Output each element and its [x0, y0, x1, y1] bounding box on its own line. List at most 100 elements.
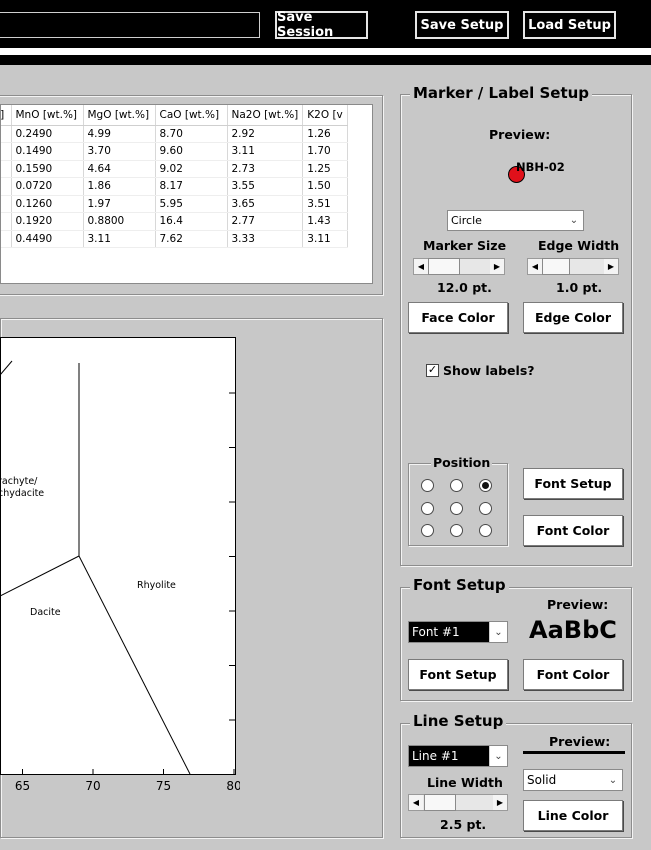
- position-radio[interactable]: [450, 479, 463, 492]
- field-label-trachydacite: chydacite: [0, 488, 44, 499]
- position-radio[interactable]: [421, 502, 434, 515]
- table-cell: [1, 125, 12, 143]
- marker-font-color-button[interactable]: Font Color: [523, 515, 623, 546]
- line-width-value: 2.5 pt.: [440, 817, 487, 832]
- x-tick-label: 65: [15, 779, 30, 793]
- table-cell: 1.43: [302, 212, 348, 231]
- line-setup-title: Line Setup: [410, 712, 507, 730]
- font-setup-title: Font Setup: [410, 576, 509, 594]
- slider-thumb[interactable]: [424, 794, 456, 811]
- line-select-value: Line #1: [412, 749, 459, 763]
- line-select[interactable]: Line #1 ⌄: [408, 745, 508, 767]
- field-label-rhyolite: Rhyolite: [137, 580, 176, 591]
- line-color-button[interactable]: Line Color: [523, 800, 623, 831]
- table-cell: 5.95: [155, 195, 228, 213]
- font-select[interactable]: Font #1 ⌄: [408, 621, 508, 643]
- marker-size-value: 12.0 pt.: [437, 280, 492, 295]
- position-radio[interactable]: [450, 502, 463, 515]
- table-cell: 8.17: [155, 177, 228, 196]
- line-style-select[interactable]: Solid ⌄: [523, 769, 623, 791]
- table-cell: 0.1920: [11, 212, 84, 231]
- font-color-button[interactable]: Font Color: [523, 659, 623, 690]
- session-name-input[interactable]: [0, 12, 260, 38]
- table-row[interactable]: 0.1260 1.97 5.95 3.65 3.51: [1, 195, 348, 213]
- table-row[interactable]: 0.2490 4.99 8.70 2.92 1.26: [1, 125, 348, 143]
- table-cell: 1.70: [302, 142, 348, 161]
- edge-width-slider[interactable]: ◀ ▶: [527, 258, 619, 275]
- table-cell: 0.4490: [11, 230, 84, 248]
- table-cell: [1, 160, 12, 178]
- table-row[interactable]: 0.1920 0.8800 16.4 2.77 1.43: [1, 212, 348, 231]
- slider-right-arrow-icon[interactable]: ▶: [493, 795, 507, 810]
- table-cell: [1, 177, 12, 196]
- slider-left-arrow-icon[interactable]: ◀: [409, 795, 423, 810]
- table-cell: 1.25: [302, 160, 348, 178]
- table-cell: 7.62: [155, 230, 228, 248]
- marker-preview-text: NBH-02: [516, 160, 565, 174]
- line-preview-swatch: [523, 751, 625, 754]
- table-row[interactable]: 0.1590 4.64 9.02 2.73 1.25: [1, 160, 348, 178]
- table-cell: 4.99: [83, 125, 156, 143]
- chevron-down-icon[interactable]: ⌄: [489, 622, 507, 642]
- slider-left-arrow-icon[interactable]: ◀: [528, 259, 542, 274]
- table-cell: 1.26: [302, 125, 348, 143]
- table-cell: 2.73: [227, 160, 304, 178]
- slider-thumb[interactable]: [428, 258, 460, 275]
- edge-color-button[interactable]: Edge Color: [523, 302, 623, 333]
- position-radio[interactable]: [479, 502, 492, 515]
- save-session-button[interactable]: Save Session: [275, 10, 368, 40]
- x-axis-ticks: [22, 769, 235, 775]
- data-table[interactable]: [wt.%]MnO [wt.%]MgO [wt.%]CaO [wt.%]Na2O…: [0, 104, 373, 284]
- slider-left-arrow-icon[interactable]: ◀: [414, 259, 428, 274]
- table-column-header[interactable]: CaO [wt.%]: [155, 105, 228, 126]
- table-cell: 3.11: [302, 230, 348, 248]
- marker-size-slider[interactable]: ◀ ▶: [413, 258, 505, 275]
- marker-shape-select[interactable]: Circle ⌄: [447, 210, 584, 231]
- table-cell: 9.02: [155, 160, 228, 178]
- toolbar-divider-dark: [0, 55, 651, 65]
- slider-right-arrow-icon[interactable]: ▶: [490, 259, 504, 274]
- table-column-header[interactable]: K2O [v: [302, 105, 348, 126]
- table-cell: 0.1260: [11, 195, 84, 213]
- table-cell: 4.64: [83, 160, 156, 178]
- slider-thumb[interactable]: [542, 258, 570, 275]
- position-radio[interactable]: [479, 524, 492, 537]
- line-width-label: Line Width: [427, 775, 503, 790]
- table-column-header[interactable]: MgO [wt.%]: [83, 105, 156, 126]
- position-radio[interactable]: [421, 524, 434, 537]
- table-cell: [1, 195, 12, 213]
- table-row[interactable]: 0.4490 3.11 7.62 3.33 3.11: [1, 230, 348, 248]
- table-cell: 3.11: [227, 142, 304, 161]
- marker-size-label: Marker Size: [423, 238, 507, 253]
- position-radio[interactable]: [450, 524, 463, 537]
- line-width-slider[interactable]: ◀ ▶: [408, 794, 508, 811]
- table-cell: 0.8800: [83, 212, 156, 231]
- chevron-down-icon[interactable]: ⌄: [565, 211, 583, 230]
- marker-font-setup-button[interactable]: Font Setup: [523, 468, 623, 499]
- slider-right-arrow-icon[interactable]: ▶: [604, 259, 618, 274]
- x-axis-tick-labels: 65 70 75 80: [15, 779, 240, 793]
- position-title: Position: [431, 455, 493, 470]
- font-select-value: Font #1: [412, 625, 460, 639]
- table-cell: 8.70: [155, 125, 228, 143]
- position-radio[interactable]: [421, 479, 434, 492]
- load-setup-button[interactable]: Load Setup: [523, 11, 616, 39]
- table-cell: 0.1490: [11, 142, 84, 161]
- position-radio[interactable]: [479, 479, 492, 492]
- table-cell: 3.70: [83, 142, 156, 161]
- table-column-header[interactable]: MnO [wt.%]: [11, 105, 84, 126]
- font-preview-label: Preview:: [547, 597, 609, 612]
- field-label-trachyte: rachyte/: [0, 476, 38, 487]
- chevron-down-icon[interactable]: ⌄: [604, 770, 622, 790]
- line-style-value: Solid: [527, 773, 557, 787]
- table-column-header[interactable]: Na2O [wt.%]: [227, 105, 304, 126]
- table-row[interactable]: 0.1490 3.70 9.60 3.11 1.70: [1, 142, 348, 161]
- font-setup-button[interactable]: Font Setup: [408, 659, 508, 690]
- table-row[interactable]: 0.0720 1.86 8.17 3.55 1.50: [1, 177, 348, 196]
- chevron-down-icon[interactable]: ⌄: [489, 746, 507, 766]
- save-setup-button[interactable]: Save Setup: [415, 11, 509, 39]
- marker-label-setup-title: Marker / Label Setup: [410, 84, 593, 102]
- face-color-button[interactable]: Face Color: [408, 302, 508, 333]
- table-column-header[interactable]: [wt.%]: [1, 105, 12, 126]
- show-labels-checkbox[interactable]: ✓: [426, 364, 439, 377]
